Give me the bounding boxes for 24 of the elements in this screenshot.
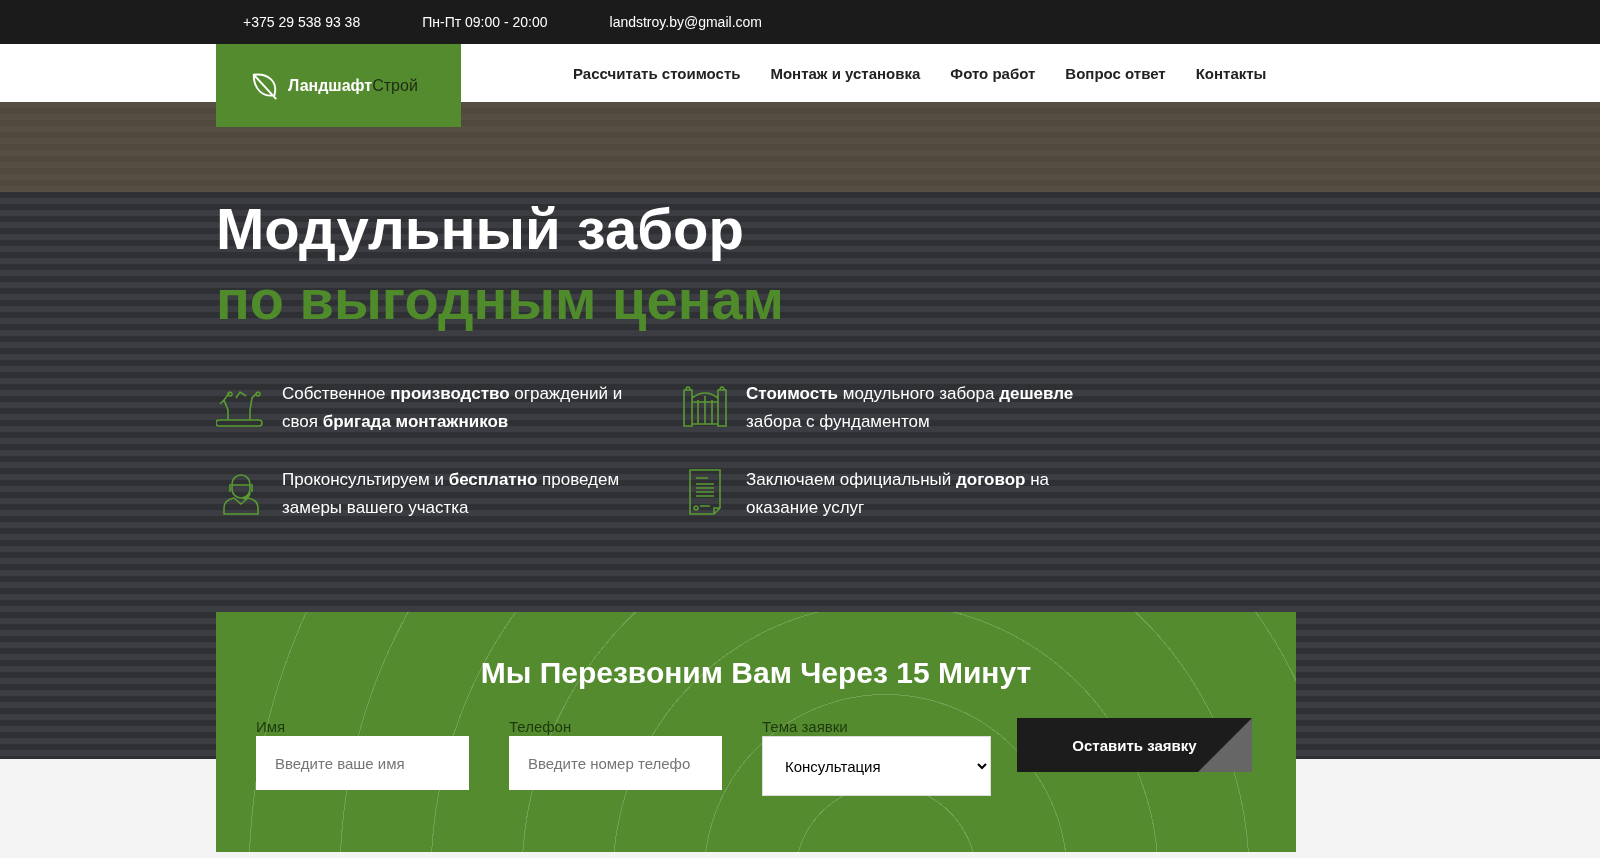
topic-select[interactable]: Консультация (762, 736, 991, 796)
text-field[interactable]: Введите ваше имя (256, 736, 469, 790)
nav-link[interactable]: Контакты (1195, 64, 1267, 82)
phone-number[interactable]: +375 29 538 93 38 (243, 14, 361, 30)
hero-subtitle: по выгодным ценам (216, 267, 786, 333)
feature-text: Собственное производство ограждений и своя бригада монтажников (282, 383, 624, 433)
hero-title: Модульный забор (216, 195, 745, 263)
field-label: Телефон (509, 718, 573, 736)
logo-text: ЛандшафтСтрой (288, 76, 418, 95)
field-label: Тема заявки (762, 718, 849, 736)
nav-link[interactable]: Рассчитать стоимость (573, 64, 741, 82)
feature-text: Проконсультируем и бесплатно проведем замеры вашего участка (282, 469, 621, 519)
text-field[interactable]: Введите номер телефо (509, 736, 722, 790)
feature-text: Стоимость модульного забора дешевле забора с фундаментом (746, 383, 1075, 433)
nav-link[interactable]: Фото работ (950, 64, 1036, 82)
field-label: Имя (256, 718, 287, 736)
form-title: Мы Перезвоним Вам Через 15 Минут (479, 655, 1033, 690)
nav-link[interactable]: Вопрос ответ (1065, 64, 1166, 82)
submit-button[interactable]: Оставить заявку (1017, 718, 1252, 772)
email-link[interactable]: landstroy.by@gmail.com (609, 14, 762, 30)
nav-link[interactable]: Монтаж и установка (770, 64, 921, 82)
logo-block[interactable]: ЛандшафтСтрой (216, 44, 461, 127)
feature-text: Заключаем официальный договор на оказание услуг (746, 469, 1051, 519)
working-hours: Пн-Пт 09:00 - 20:00 (422, 14, 548, 30)
